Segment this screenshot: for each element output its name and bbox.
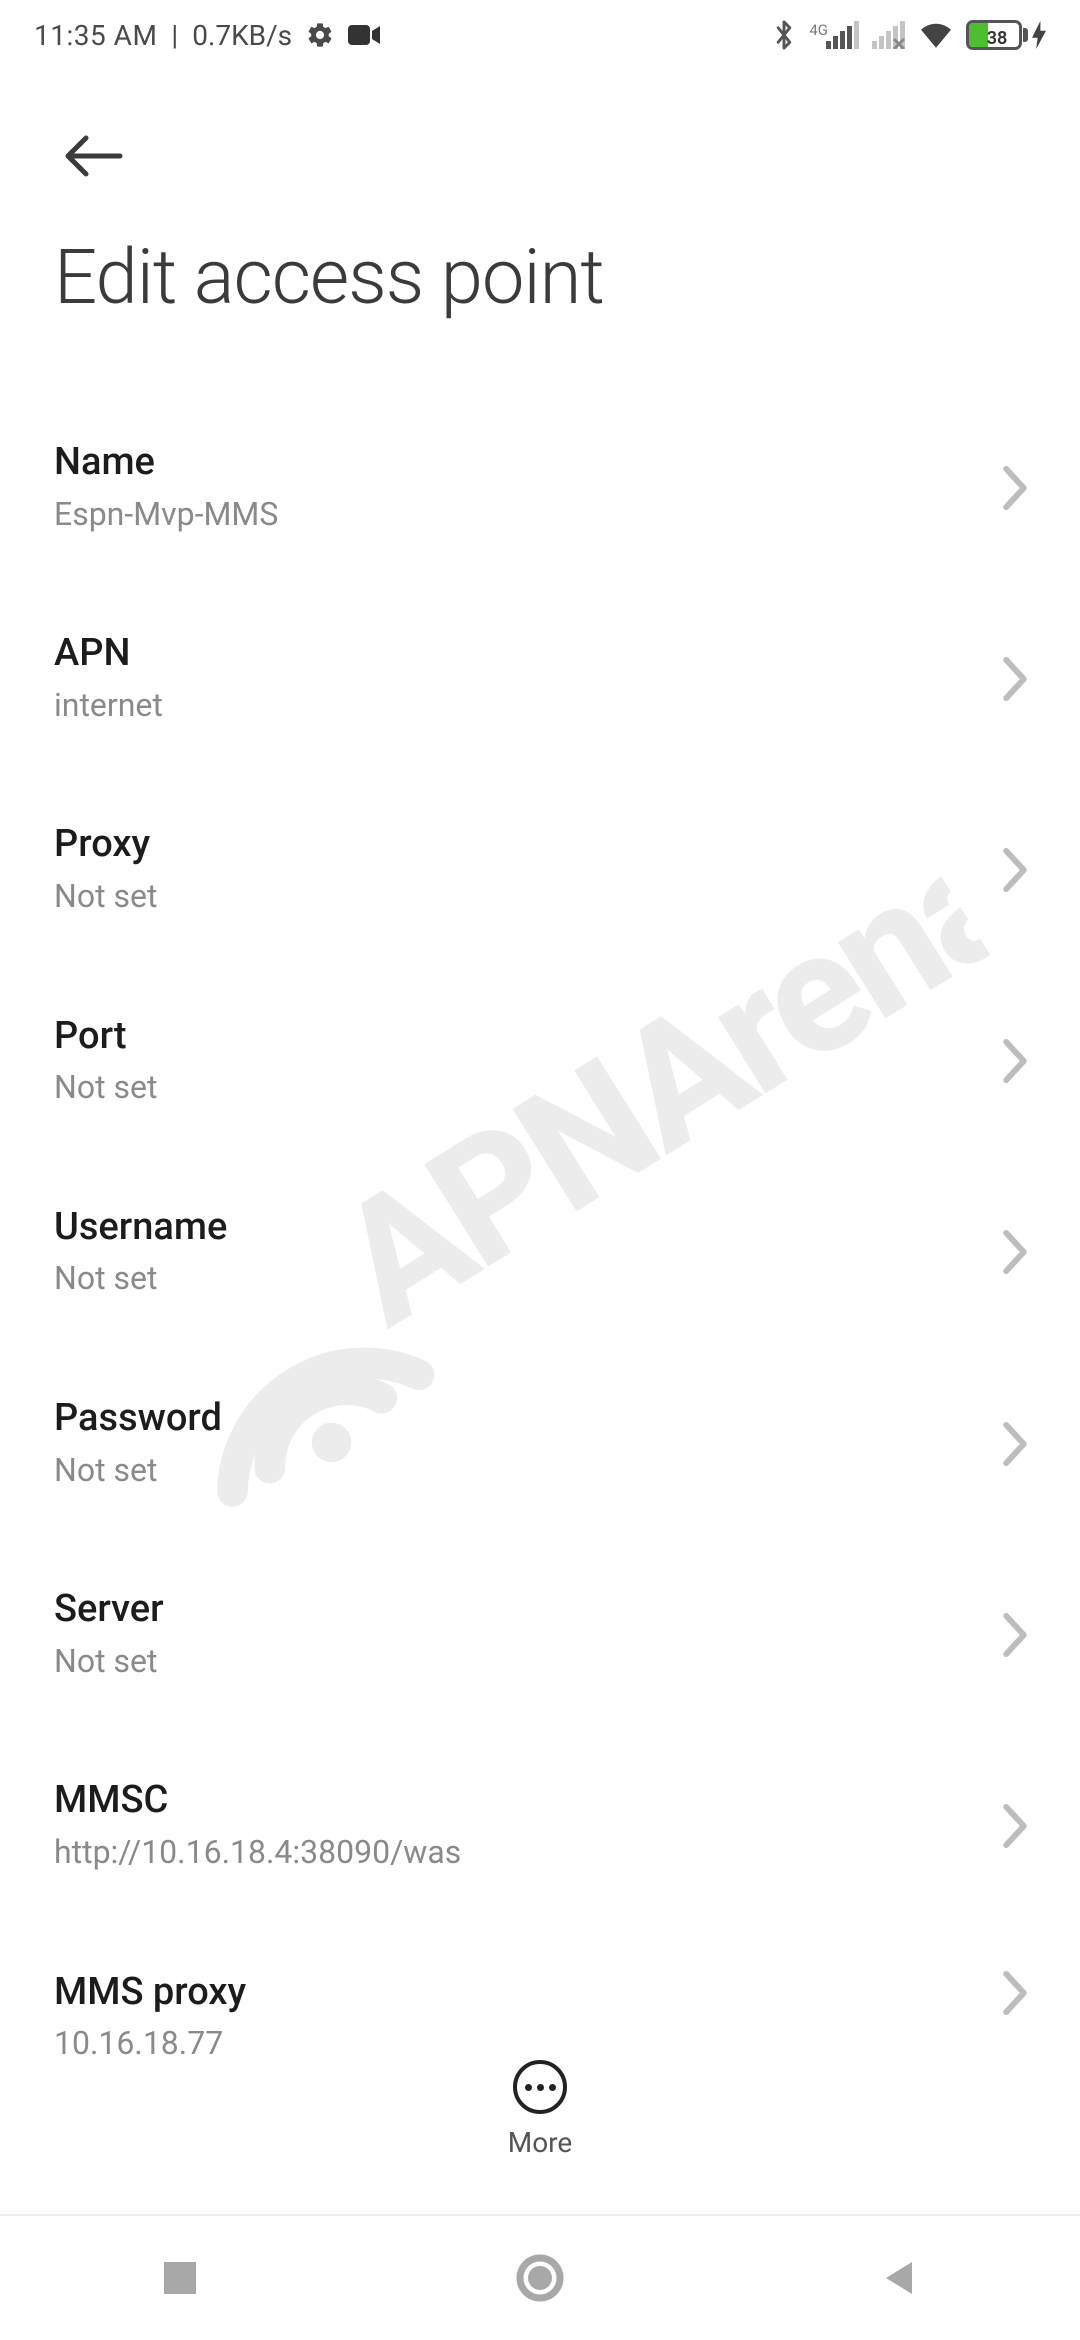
setting-value: Not set [54,1067,990,1109]
cell-signal-2-icon [872,21,906,49]
setting-label: Password [54,1396,990,1442]
settings-list: Name Espn-Mvp-MMS APN internet Proxy Not… [0,392,1080,2065]
settings-gear-icon [306,21,334,49]
setting-label: Name [54,440,990,486]
setting-value: Not set [54,1258,990,1300]
bluetooth-icon [773,19,795,51]
setting-row-password[interactable]: Password Not set [0,1348,1080,1539]
setting-label: MMS proxy [54,1970,990,2016]
more-button-label: More [508,2126,573,2159]
setting-value: 10.16.18.77 [54,2023,990,2065]
chevron-right-icon [1000,1036,1030,1086]
nav-back-button[interactable] [800,2216,1000,2340]
chevron-right-icon [1000,654,1030,704]
charging-bolt-icon [1032,21,1046,49]
chevron-right-icon [1000,1610,1030,1660]
status-divider: | [171,19,178,52]
battery-indicator: 38 [966,20,1046,50]
setting-row-server[interactable]: Server Not set [0,1539,1080,1730]
chevron-right-icon [1000,1968,1030,2018]
status-network-speed: 0.7KB/s [192,19,292,52]
signal-1-group: 4G [807,21,860,49]
setting-row-proxy[interactable]: Proxy Not set [0,774,1080,965]
status-time: 11:35 AM [34,19,157,52]
nav-recent-apps-button[interactable] [80,2216,280,2340]
chevron-right-icon [1000,845,1030,895]
square-icon [160,2258,200,2298]
status-bar: 11:35 AM | 0.7KB/s 4G [0,0,1080,70]
setting-row-mmsc[interactable]: MMSC http://10.16.18.4:38090/was [0,1730,1080,1921]
setting-value: Not set [54,1450,990,1492]
chevron-right-icon [1000,1801,1030,1851]
setting-label: Server [54,1587,990,1633]
back-arrow-icon [60,132,128,180]
setting-row-port[interactable]: Port Not set [0,966,1080,1157]
setting-row-apn[interactable]: APN internet [0,583,1080,774]
setting-value: Not set [54,876,990,918]
setting-row-username[interactable]: Username Not set [0,1157,1080,1348]
circle-icon [516,2254,564,2302]
screen: APNArena 11:35 AM | 0.7KB/s 4G [0,0,1080,2340]
setting-row-mms-proxy[interactable]: MMS proxy 10.16.18.77 [0,1922,1080,2065]
more-button[interactable]: More [0,2060,1080,2200]
navigation-bar [0,2216,1080,2340]
battery-outline-icon: 38 [966,20,1022,50]
nav-home-button[interactable] [440,2216,640,2340]
setting-value: internet [54,685,990,727]
setting-label: APN [54,631,990,677]
setting-label: MMSC [54,1778,990,1824]
setting-row-name[interactable]: Name Espn-Mvp-MMS [0,392,1080,583]
cell-signal-1-icon [826,21,860,49]
setting-label: Proxy [54,822,990,868]
triangle-left-icon [880,2258,920,2298]
video-camera-icon [348,23,380,47]
status-bar-right: 4G 38 [773,19,1046,51]
setting-label: Port [54,1014,990,1060]
battery-percent-text: 38 [969,28,1025,49]
network-type-label: 4G [809,21,828,39]
status-bar-left: 11:35 AM | 0.7KB/s [34,19,380,52]
setting-value: Not set [54,1641,990,1683]
chevron-right-icon [1000,463,1030,513]
chevron-right-icon [1000,1419,1030,1469]
wifi-icon [918,20,954,50]
more-menu-icon [513,2060,567,2114]
back-button[interactable] [54,116,134,196]
chevron-right-icon [1000,1227,1030,1277]
setting-value: http://10.16.18.4:38090/was [54,1832,990,1874]
setting-value: Espn-Mvp-MMS [54,494,990,536]
page-title: Edit access point [54,232,604,322]
setting-label: Username [54,1205,990,1251]
